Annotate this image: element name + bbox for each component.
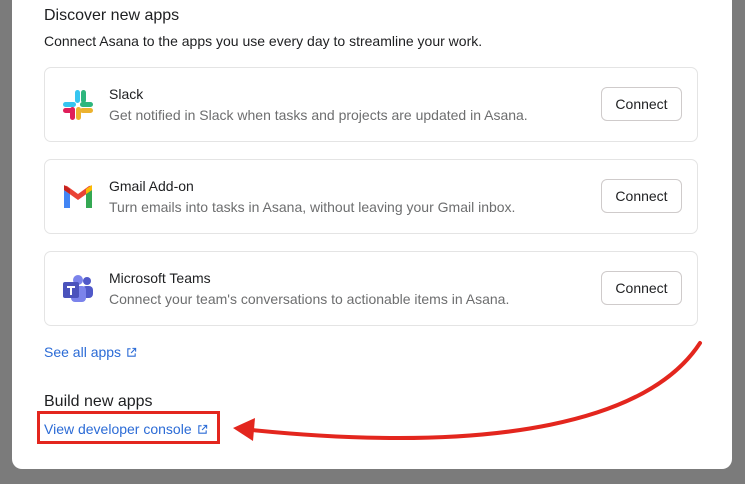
annotation-arrow xyxy=(233,341,702,441)
